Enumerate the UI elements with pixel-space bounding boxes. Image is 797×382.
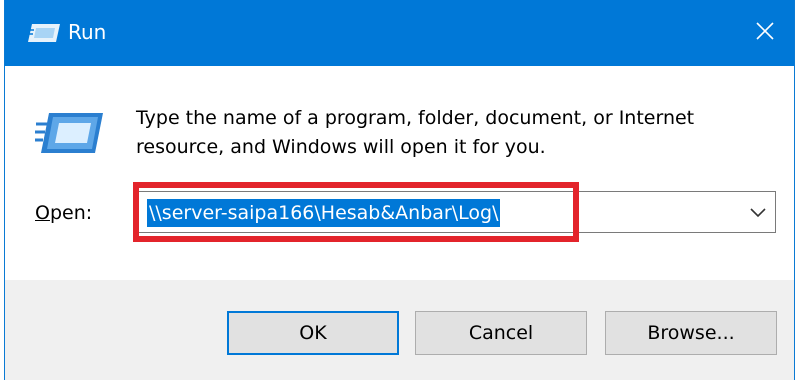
open-label-accesskey: O: [35, 202, 50, 224]
open-combobox[interactable]: \\server-saipa166\Hesab&Anbar\Log\: [137, 191, 776, 233]
button-bar: OK Cancel Browse...: [5, 280, 794, 380]
instruction-text: Type the name of a program, folder, docu…: [136, 107, 695, 158]
cancel-button[interactable]: Cancel: [415, 311, 587, 355]
open-input[interactable]: \\server-saipa166\Hesab&Anbar\Log\: [147, 199, 501, 227]
ok-button[interactable]: OK: [227, 311, 399, 355]
window-title: Run: [68, 20, 107, 44]
run-app-icon: [35, 110, 105, 156]
dropdown-button[interactable]: [741, 192, 775, 232]
dialog-content: Type the name of a program, folder, docu…: [5, 66, 794, 280]
run-icon: [27, 22, 61, 44]
browse-button[interactable]: Browse...: [605, 311, 777, 355]
open-label-rest: pen:: [49, 202, 93, 224]
run-dialog: Run Type the name of a program, folder, …: [4, 0, 795, 380]
chevron-down-icon: [750, 203, 766, 222]
title-bar: Run: [5, 0, 794, 66]
close-icon: [756, 22, 774, 44]
close-button[interactable]: [736, 0, 794, 66]
open-label: Open:: [35, 200, 92, 226]
